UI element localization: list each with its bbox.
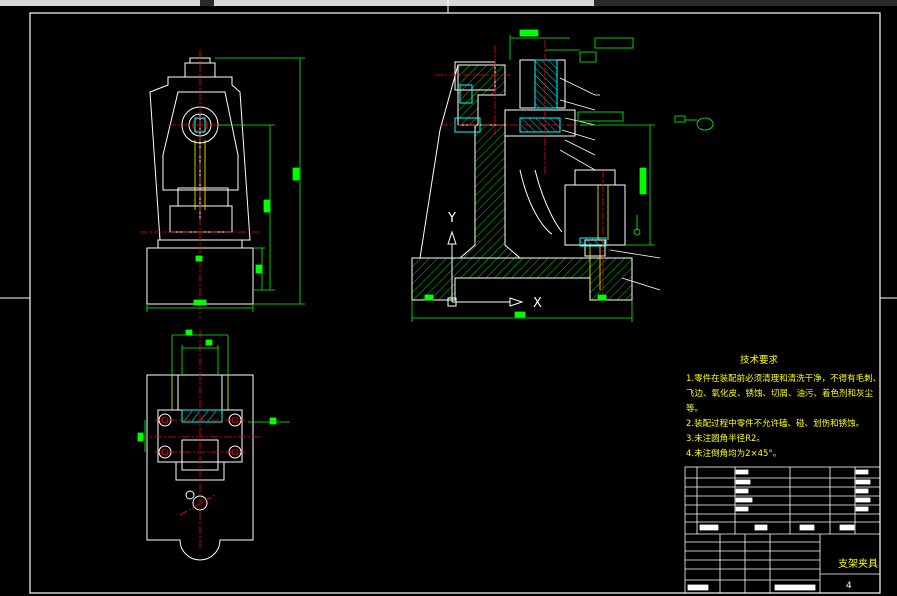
front-view bbox=[140, 50, 305, 318]
drawing-title: 支架夹具 bbox=[838, 557, 878, 570]
tech-req-line: 3.未注圆角半径R2。 bbox=[686, 433, 765, 444]
y-axis-label: Y bbox=[447, 211, 456, 226]
technical-requirements: 技术要求 1.零件在装配前必须清理和清洗干净，不得有毛刺、 飞边、氧化皮、锈蚀、… bbox=[686, 354, 881, 459]
tech-req-line: 1.零件在装配前必须清理和清洗干净，不得有毛刺、 bbox=[686, 373, 881, 384]
top-view bbox=[137, 329, 290, 561]
title-block bbox=[684, 466, 881, 594]
cad-drawing-canvas: Y X 技术要求 1.零件在装配前必须清理和清洗干净，不得有毛刺、 飞边、氧化皮… bbox=[0, 0, 897, 594]
tech-req-heading: 技术要求 bbox=[740, 354, 779, 366]
section-view: Y X bbox=[411, 29, 714, 322]
tech-req-line: 飞边、氧化皮、锈蚀、切屑、油污、着色剂和灰尘 bbox=[686, 388, 874, 399]
sheet-number: 4 bbox=[846, 581, 852, 591]
tech-req-line: 等。 bbox=[686, 403, 703, 414]
tech-req-line: 4.未注倒角均为2×45°。 bbox=[686, 448, 781, 459]
tech-req-line: 2.装配过程中零件不允许磕、碰、划伤和锈蚀。 bbox=[686, 418, 864, 429]
x-axis-label: X bbox=[533, 296, 542, 311]
